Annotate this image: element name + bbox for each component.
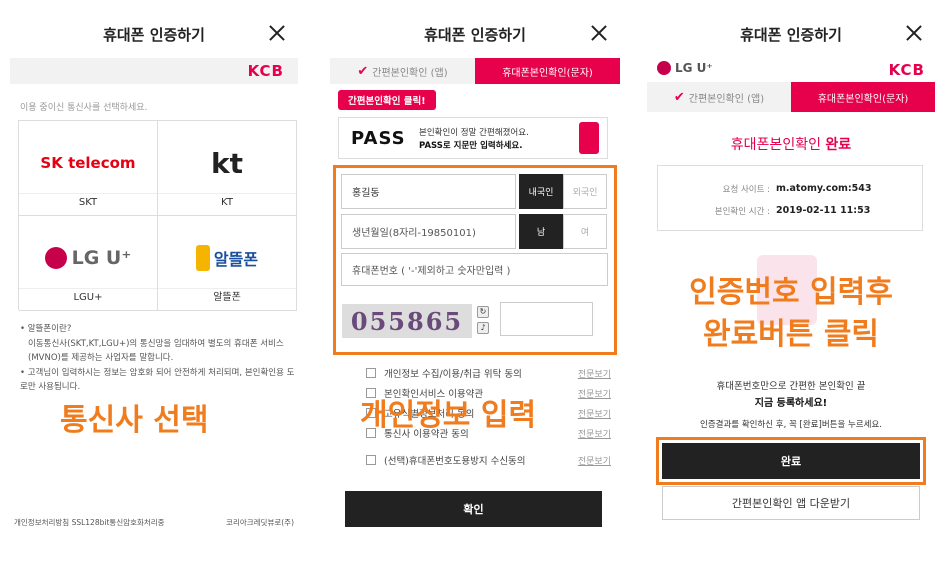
tab-sms-auth[interactable]: 휴대폰본인확인(문자) [475,58,620,84]
carrier-label: 알뜰폰 [158,288,296,306]
page-title: 휴대폰 인증하기 [740,26,842,44]
kcb-logo: KCB [888,61,925,79]
agreement-item: (선택)휴대폰번호도용방지 수신동의 전문보기 [366,453,611,467]
name-input[interactable]: 홍길동 [341,174,516,209]
mvno-logo: 알뜰폰 [158,238,296,278]
pass-text-2: PASS로 지문만 입력하세요. [419,141,523,151]
phone-number-input[interactable]: 휴대폰번호 ( '-'제외하고 숫자만입력 ) [341,253,608,286]
check-icon: ✔ [357,63,369,79]
auth-tabs: ✔ 간편본인확인 (앱) 휴대폰본인확인(문자) [647,82,935,112]
carrier-skt[interactable]: SK telecom SKT [19,121,158,216]
annotation-personal-info: 개인정보 입력 [360,398,537,433]
confirm-button[interactable]: 확인 [345,491,602,527]
carrier-hint: 이용 중이신 통신사를 선택하세요. [20,103,148,113]
view-full-link[interactable]: 전문보기 [578,407,611,420]
auth-complete-screen: 휴대폰 인증하기 LG U⁺ KCB ✔ 간편본인확인 (앱) 휴대폰본인확인(… [647,0,935,535]
auth-tabs: ✔ 간편본인확인 (앱) 휴대폰본인확인(문자) [330,58,620,84]
check-icon: ✔ [673,89,685,105]
agreement-item: 개인정보 수집/이용/취급 위탁 동의 전문보기 [366,366,611,380]
lg-circle-icon [657,61,671,75]
footer-company: 코리아크레딧뷰로(주) [226,518,294,527]
birthdate-input[interactable]: 생년월일(8자리-19850101) [341,214,516,249]
phone-mascot-icon [195,245,210,271]
tab-sms-auth[interactable]: 휴대폰본인확인(문자) [791,82,935,112]
promo-text: 휴대폰번호만으로 간편한 본인확인 끝 [716,381,866,392]
nationality-toggle: 내국인 외국인 [519,174,607,209]
agreement-checkbox[interactable] [366,455,376,465]
page-title: 휴대폰 인증하기 [103,26,205,44]
lgu-logo: LG U⁺ [19,238,157,278]
header: 휴대폰 인증하기 [647,0,935,60]
kcb-logo: KCB [247,62,284,80]
view-full-link[interactable]: 전문보기 [578,387,611,400]
carrier-mvno[interactable]: 알뜰폰 알뜰폰 [158,216,297,311]
pass-banner[interactable]: PASS 본인확인이 정말 간편해졌어요. PASS로 지문만 입력하세요. [338,117,608,159]
close-icon[interactable] [268,24,286,42]
page-title: 휴대폰 인증하기 [424,26,526,44]
captcha-input[interactable] [500,302,593,336]
refresh-icon[interactable]: ↻ [477,306,489,318]
pass-logo: PASS [351,128,406,149]
lg-circle-icon [44,247,67,269]
complete-title: 휴대폰본인확인 완료 [730,137,852,153]
phone-fingerprint-icon [579,122,599,154]
brand-bar: KCB [10,58,298,84]
notes: • 알뜰폰이란? 이동통신사(SKT,KT,LGU+)의 통신망을 임대하여 별… [20,324,295,392]
nationality-local-button[interactable]: 내국인 [519,174,563,209]
carrier-kt[interactable]: kt KT [158,121,297,216]
gender-male-button[interactable]: 남 [519,214,563,249]
pass-text-1: 본인확인이 정말 간편해졌어요. [419,128,529,138]
gender-female-button[interactable]: 여 [563,214,607,249]
view-full-link[interactable]: 전문보기 [578,454,611,467]
lgu-logo: LG U⁺ [657,61,713,75]
carrier-grid: SK telecom SKT kt KT LG U⁺ LGU+ 알뜰폰 알뜰폰 [18,120,297,311]
captcha-image: 055865 [342,304,472,338]
annotation-enter-code: 인증번호 입력후 완료버튼 클릭 [689,275,893,352]
audio-icon[interactable]: ♪ [477,322,489,334]
header: 휴대폰 인증하기 [330,0,620,60]
view-full-link[interactable]: 전문보기 [578,367,611,380]
skt-logo: SK telecom [40,154,136,172]
carrier-label: KT [158,193,296,211]
brand-bar: LG U⁺ KCB [647,58,935,82]
carrier-select-screen: 휴대폰 인증하기 KCB 이용 중이신 통신사를 선택하세요. SK telec… [10,0,298,535]
result-info: 요청 사이트 : m.atomy.com:543 본인확인 시간 : 2019-… [657,165,923,231]
carrier-label: LGU+ [19,288,157,306]
carrier-lgu[interactable]: LG U⁺ LGU+ [19,216,158,311]
close-icon[interactable] [590,24,608,42]
agreement-checkbox[interactable] [366,368,376,378]
promo-cta-text: 지금 등록하세요! [754,398,828,409]
tab-app-auth[interactable]: ✔ 간편본인확인 (앱) [647,82,791,112]
instruction-text: 인증결과를 확인하신 후, 꼭 [완료]버튼을 누르세요. [700,420,882,430]
time-row: 본인확인 시간 : 2019-02-11 11:53 [714,205,871,217]
close-icon[interactable] [905,24,923,42]
app-auth-callout: 간편본인확인 클릭! [338,90,436,110]
personal-info-screen: 휴대폰 인증하기 ✔ 간편본인확인 (앱) 휴대폰본인확인(문자) 간편본인확인… [330,0,620,535]
tab-app-auth[interactable]: ✔ 간편본인확인 (앱) [330,58,475,84]
site-row: 요청 사이트 : m.atomy.com:543 [722,183,872,195]
footer-links[interactable]: 개인정보처리방침 SSL128bit통신암호화처리중 [14,517,165,528]
header: 휴대폰 인증하기 [10,0,298,60]
download-app-button[interactable]: 간편본인확인 앱 다운받기 [662,486,920,520]
annotation-carrier-select: 통신사 선택 [60,403,209,438]
carrier-label: SKT [19,193,157,211]
view-full-link[interactable]: 전문보기 [578,427,611,440]
gender-toggle: 남 여 [519,214,607,249]
kt-logo: kt [210,146,243,180]
footer: 개인정보처리방침 SSL128bit통신암호화처리중 코리아크레딧뷰로(주) [10,517,298,528]
complete-button[interactable]: 완료 [662,443,920,479]
nationality-foreign-button[interactable]: 외국인 [563,174,607,209]
